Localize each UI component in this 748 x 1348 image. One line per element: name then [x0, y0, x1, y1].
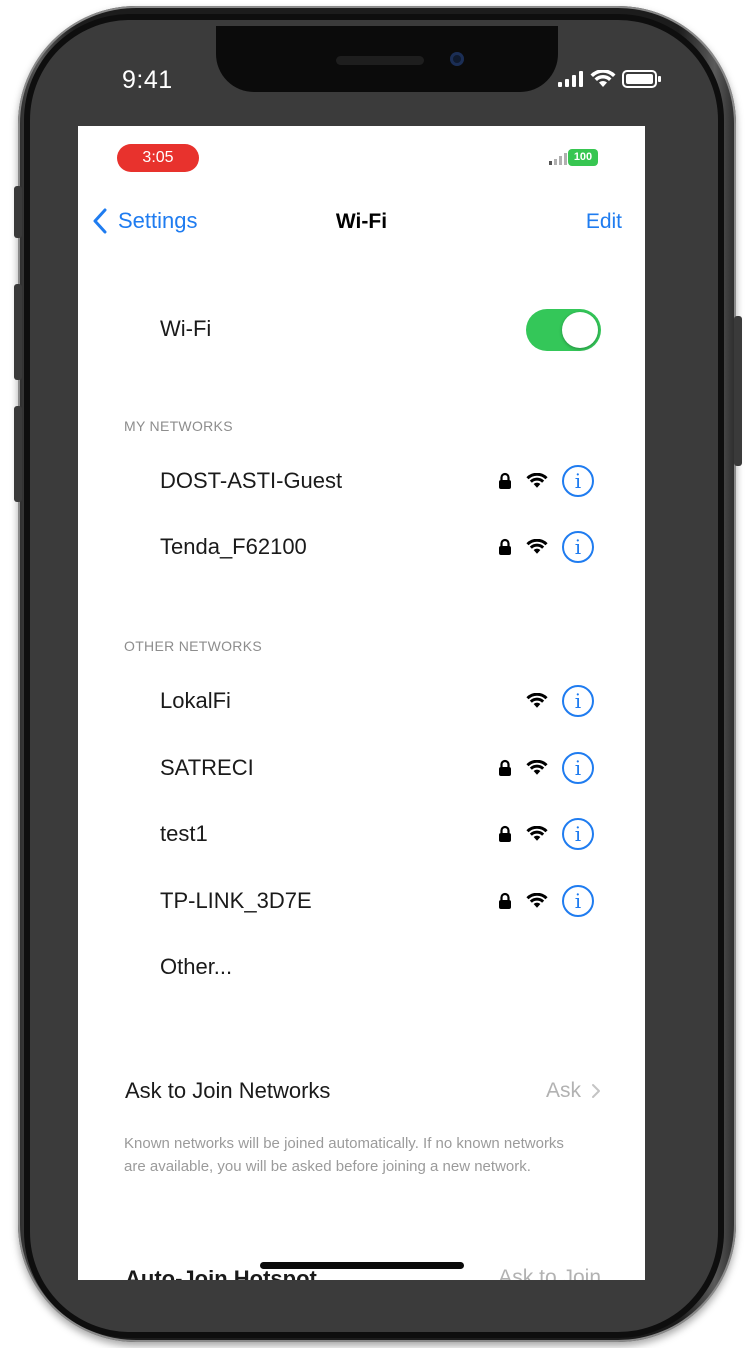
- lock-icon: [499, 472, 511, 489]
- lock-icon: [499, 825, 511, 842]
- network-name: DOST-ASTI-Guest: [160, 468, 343, 493]
- lock-icon: [499, 759, 511, 776]
- wifi-icon: [526, 693, 548, 708]
- screen-recording-time[interactable]: 3:05: [117, 144, 199, 172]
- network-icons: i: [498, 531, 594, 563]
- wifi-icon: [526, 893, 548, 908]
- info-icon[interactable]: i: [562, 465, 594, 497]
- toggle-knob: [562, 312, 598, 348]
- network-icons: i: [498, 465, 594, 497]
- power-button: [734, 316, 742, 466]
- wifi-icon: [526, 826, 548, 841]
- other-network-button[interactable]: Other...: [160, 954, 232, 980]
- network-name: LokalFi: [160, 688, 231, 713]
- wifi-icon: [526, 760, 548, 775]
- home-indicator[interactable]: [260, 1262, 464, 1269]
- network-name: test1: [160, 821, 208, 846]
- network-icons: i: [498, 752, 594, 784]
- front-camera: [450, 52, 464, 66]
- network-icons: i: [498, 818, 594, 850]
- network-name: TP-LINK_3D7E: [160, 888, 312, 913]
- settings-screen: 3:05 100 Settings Wi-Fi Edit Wi-Fi MY NE…: [78, 126, 645, 1280]
- speaker-grille: [336, 56, 424, 65]
- lock-icon: [499, 892, 511, 909]
- wifi-status-icon: [590, 70, 616, 87]
- chevron-right-icon: [592, 1084, 600, 1098]
- info-icon[interactable]: i: [562, 685, 594, 717]
- ask-to-join-footnote: Known networks will be joined automatica…: [124, 1135, 564, 1175]
- ask-to-join-value-text: Ask: [545, 1079, 581, 1102]
- device-clock: 9:41: [122, 66, 173, 94]
- auto-join-hotspot-value[interactable]: Ask to Join: [498, 1266, 601, 1280]
- device-status-icons: [558, 70, 662, 88]
- ask-to-join-label[interactable]: Ask to Join Networks: [125, 1078, 330, 1104]
- battery-status-icon: [622, 70, 661, 88]
- volume-up-button: [14, 284, 22, 380]
- lock-icon: [499, 538, 511, 555]
- battery-icon: 100: [568, 149, 598, 166]
- my-networks-header: MY NETWORKS: [124, 418, 233, 434]
- info-icon[interactable]: i: [562, 531, 594, 563]
- wifi-icon: [526, 473, 548, 488]
- ask-to-join-value[interactable]: Ask: [546, 1079, 601, 1103]
- wifi-toggle[interactable]: [526, 309, 601, 351]
- wifi-toggle-label: Wi-Fi: [160, 316, 212, 341]
- info-icon[interactable]: i: [562, 885, 594, 917]
- other-networks-header: OTHER NETWORKS: [124, 638, 262, 654]
- volume-down-button: [14, 406, 22, 502]
- info-icon[interactable]: i: [562, 752, 594, 784]
- info-icon[interactable]: i: [562, 818, 594, 850]
- network-icons: i: [526, 685, 594, 717]
- page-title: Wi-Fi: [335, 210, 388, 233]
- network-name: Tenda_F62100: [160, 534, 307, 559]
- signal-strength-icon: [549, 153, 567, 165]
- mute-switch: [14, 186, 22, 238]
- network-name: SATRECI: [160, 755, 254, 780]
- wifi-icon: [526, 539, 548, 554]
- network-icons: i: [498, 885, 594, 917]
- cellular-signal-icon: [558, 71, 583, 87]
- edit-button[interactable]: Edit: [586, 210, 622, 234]
